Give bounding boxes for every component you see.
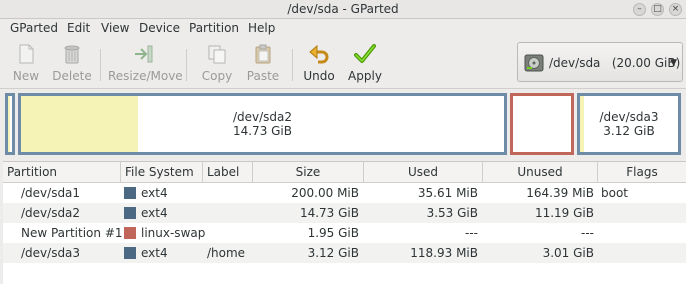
cell-size: 14.73 GiB — [299, 206, 359, 220]
column-header-partition[interactable]: Partition — [3, 162, 121, 183]
close-icon[interactable]: × — [669, 3, 682, 16]
menu-edit[interactable]: Edit — [67, 21, 90, 35]
cell-partition: /dev/sda1 — [21, 186, 81, 200]
partition-used-area — [8, 96, 10, 152]
disk-partition-sda1[interactable] — [5, 93, 15, 155]
copy-label: Copy — [201, 69, 233, 83]
cell-filesystem: ext4 — [141, 206, 168, 220]
table-row[interactable]: New Partition #1 linux-swap 1.95 GiB ---… — [3, 223, 686, 243]
cell-size: 3.12 GiB — [307, 246, 359, 260]
resize-move-button[interactable]: Resize/Move — [108, 43, 183, 87]
copy-icon — [208, 45, 226, 64]
toolbar-separator — [292, 49, 293, 81]
menu-device[interactable]: Device — [139, 21, 180, 35]
maximize-icon[interactable]: □ — [651, 3, 664, 16]
table-row[interactable]: /dev/sda1 ext4 200.00 MiB 35.61 MiB 164.… — [3, 183, 686, 203]
minimize-icon[interactable]: – — [633, 3, 646, 16]
cell-unused: --- — [581, 226, 594, 240]
copy-button[interactable]: Copy — [198, 43, 236, 87]
new-button[interactable]: New — [8, 43, 44, 87]
cell-filesystem: ext4 — [141, 246, 168, 260]
paste-button[interactable]: Paste — [244, 43, 282, 87]
cell-filesystem: ext4 — [141, 186, 168, 200]
dropdown-arrow-icon: ▼ — [670, 58, 677, 68]
menu-bar: GParted Edit View Device Partition Help — [0, 19, 686, 39]
resize-move-label: Resize/Move — [108, 69, 183, 83]
disk-partition-sda3[interactable]: /dev/sda3 3.12 GiB — [577, 93, 681, 155]
column-header-flags[interactable]: Flags — [598, 162, 686, 183]
new-label: New — [12, 69, 40, 83]
cell-used: 35.61 MiB — [417, 186, 478, 200]
device-selector-value: /dev/sda (20.00 GiB) — [549, 56, 681, 70]
column-header-size[interactable]: Size — [253, 162, 364, 183]
column-header-unused[interactable]: Unused — [483, 162, 598, 183]
filesystem-color-swatch — [124, 227, 136, 239]
resize-move-icon — [135, 45, 153, 63]
partition-name: /dev/sda3 — [599, 110, 659, 124]
cell-flags: boot — [601, 186, 629, 200]
toolbar-separator — [100, 49, 101, 81]
disk-graphic: /dev/sda2 14.73 GiB /dev/sda3 3.12 GiB — [3, 90, 685, 158]
filesystem-color-swatch — [124, 247, 136, 259]
delete-label: Delete — [52, 69, 92, 83]
disk-partition-sda2[interactable]: /dev/sda2 14.73 GiB — [18, 93, 507, 155]
paste-label: Paste — [246, 69, 280, 83]
title-bar: /dev/sda - GParted – □ × — [0, 0, 686, 19]
cell-unused: 164.39 MiB — [526, 186, 594, 200]
cell-used: --- — [465, 226, 478, 240]
partition-name: /dev/sda2 — [232, 110, 293, 124]
new-icon — [19, 44, 34, 64]
cell-filesystem: linux-swap — [141, 226, 206, 240]
undo-label: Undo — [303, 69, 335, 83]
cell-partition: New Partition #1 — [21, 226, 123, 240]
cell-used: 118.93 MiB — [410, 246, 478, 260]
device-selector[interactable]: /dev/sda (20.00 GiB) ▼ — [517, 42, 683, 82]
menu-help[interactable]: Help — [248, 21, 275, 35]
menu-partition[interactable]: Partition — [189, 21, 239, 35]
column-header-label[interactable]: Label — [203, 162, 253, 183]
paste-icon — [255, 44, 271, 64]
trash-icon — [64, 45, 80, 64]
column-header-filesystem[interactable]: File System — [121, 162, 203, 183]
harddisk-icon — [524, 54, 544, 72]
column-header-used[interactable]: Used — [364, 162, 483, 183]
cell-size: 1.95 GiB — [307, 226, 359, 240]
undo-button[interactable]: Undo — [302, 43, 336, 87]
table-row[interactable]: /dev/sda3 ext4 /home 3.12 GiB 118.93 MiB… — [3, 243, 686, 263]
apply-button[interactable]: Apply — [346, 43, 384, 87]
menu-view[interactable]: View — [101, 21, 129, 35]
menu-gparted[interactable]: GParted — [10, 21, 58, 35]
toolbar-separator — [186, 49, 187, 81]
cell-label: /home — [207, 246, 246, 260]
checkmark-icon — [354, 44, 376, 63]
partition-size: 14.73 GiB — [232, 124, 293, 138]
table-row[interactable]: /dev/sda2 ext4 14.73 GiB 3.53 GiB 11.19 … — [3, 203, 686, 223]
filesystem-color-swatch — [124, 187, 136, 199]
delete-button[interactable]: Delete — [50, 43, 94, 87]
table-header: Partition File System Label Size Used Un… — [3, 162, 686, 183]
cell-partition: /dev/sda2 — [21, 206, 81, 220]
apply-label: Apply — [348, 69, 382, 83]
cell-partition: /dev/sda3 — [21, 246, 81, 260]
disk-partition-swap[interactable] — [510, 93, 574, 155]
cell-used: 3.53 GiB — [426, 206, 478, 220]
cell-unused: 11.19 GiB — [534, 206, 594, 220]
filesystem-color-swatch — [124, 207, 136, 219]
partition-table: Partition File System Label Size Used Un… — [3, 161, 686, 284]
window-title: /dev/sda - GParted — [287, 2, 399, 16]
partition-size: 3.12 GiB — [603, 124, 655, 138]
undo-icon — [309, 44, 329, 64]
cell-size: 200.00 MiB — [291, 186, 359, 200]
cell-unused: 3.01 GiB — [542, 246, 594, 260]
